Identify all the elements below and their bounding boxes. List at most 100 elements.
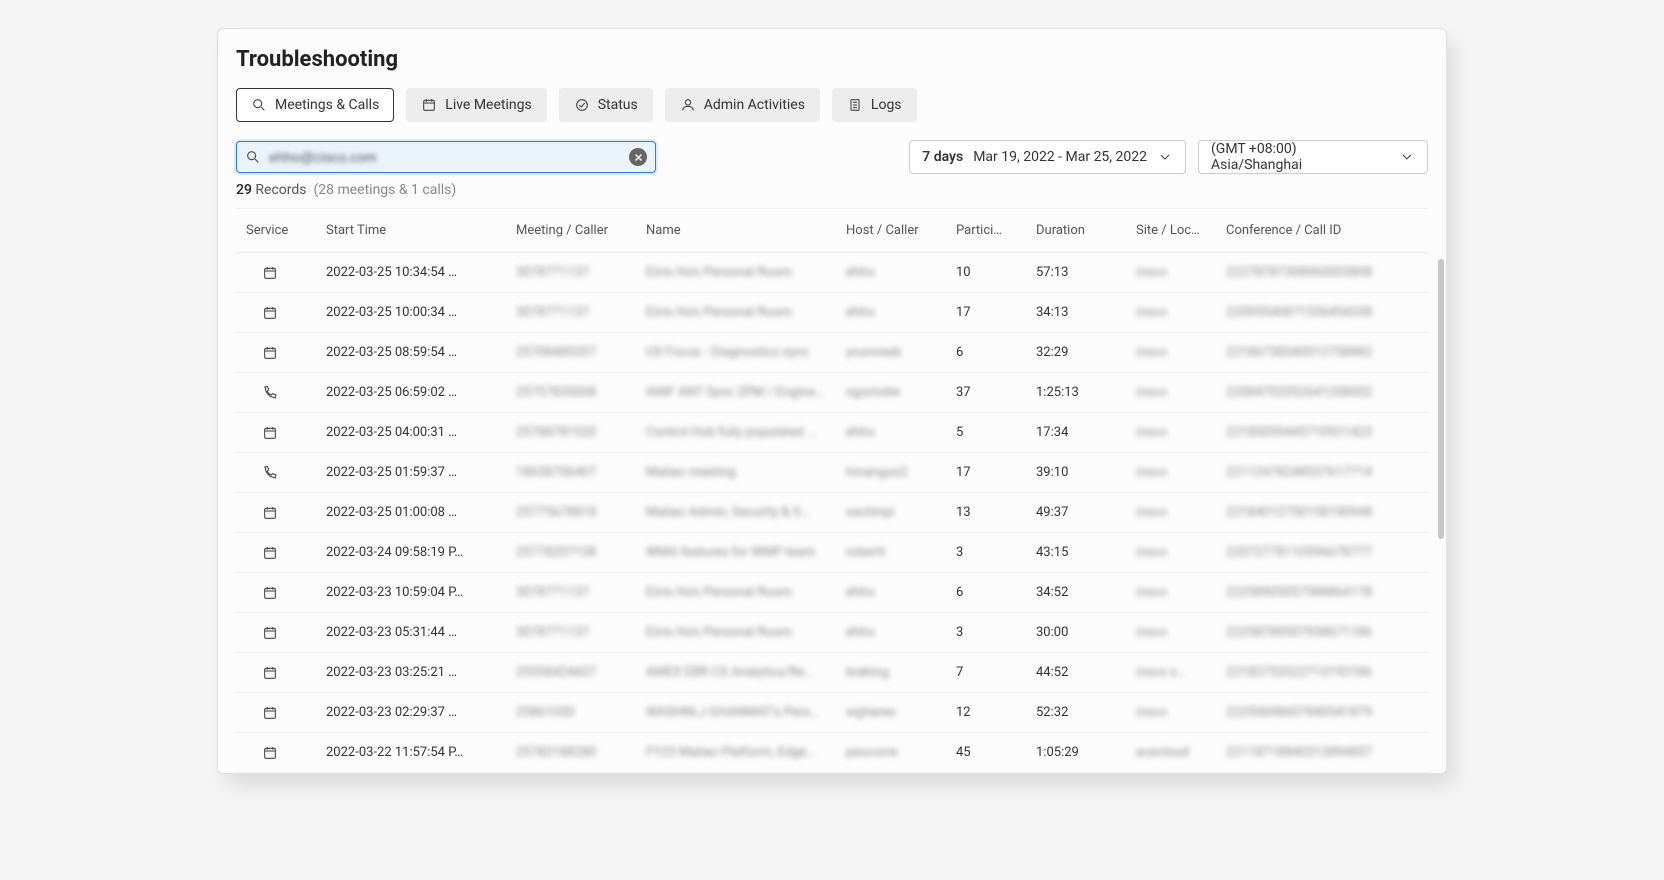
table-row[interactable]: 2022-03-22 11:57:54 P…25782188280FY23 Ma…	[236, 733, 1428, 773]
cell-conference-id: 22258905057588864178	[1226, 585, 1386, 600]
cell-site: cisco	[1136, 465, 1226, 480]
clear-search-button[interactable]	[629, 148, 647, 166]
cell-meeting-caller: 3078771137	[516, 585, 646, 600]
calendar-icon	[262, 265, 278, 281]
calendar-icon	[262, 705, 278, 721]
cell-duration: 1:25:13	[1036, 385, 1136, 400]
cell-name: Elvis Ho's Personal Room	[646, 625, 846, 640]
col-participants[interactable]: Partici…	[956, 223, 1036, 238]
cell-name: Elvis Ho's Personal Room	[646, 585, 846, 600]
table-row[interactable]: 2022-03-23 03:25:21 …25558424437AMEX EBR…	[236, 653, 1428, 693]
cell-host: ehho	[846, 585, 956, 600]
search-input-container[interactable]	[236, 141, 656, 173]
cell-service	[246, 585, 326, 601]
cell-conference-id: 22112478248537617714	[1226, 465, 1386, 480]
table-row[interactable]: 2022-03-25 08:59:54 …25708485357UX Focus…	[236, 333, 1428, 373]
cell-service	[246, 545, 326, 561]
cell-participants: 13	[956, 505, 1036, 520]
page-title: Troubleshooting	[236, 47, 1428, 72]
cell-host: ehho	[846, 625, 956, 640]
table-row[interactable]: 2022-03-25 04:00:31 …25788781520Control …	[236, 413, 1428, 453]
col-meeting-caller[interactable]: Meeting / Caller	[516, 223, 646, 238]
tab-logs[interactable]: Logs	[832, 88, 917, 122]
col-duration[interactable]: Duration	[1036, 223, 1136, 238]
col-site-location[interactable]: Site / Loc…	[1136, 223, 1226, 238]
cell-meeting-caller: 25788781520	[516, 425, 646, 440]
tab-label: Live Meetings	[445, 97, 531, 113]
cell-participants: 3	[956, 545, 1036, 560]
tab-live-meetings[interactable]: Live Meetings	[406, 88, 546, 122]
cell-start-time: 2022-03-25 04:00:31 …	[326, 425, 516, 440]
col-host-caller[interactable]: Host / Caller	[846, 223, 956, 238]
cell-service	[246, 385, 326, 401]
cell-start-time: 2022-03-24 09:58:19 P…	[326, 545, 516, 560]
cell-conference-id: 22095540871336454338	[1226, 305, 1386, 320]
cell-host: ngorindie	[846, 385, 956, 400]
table-row[interactable]: 2022-03-24 09:58:19 P…25778207138WMA fea…	[236, 533, 1428, 573]
cell-name: Maliao meeting	[646, 465, 846, 480]
calendar-icon	[262, 425, 278, 441]
search-input[interactable]	[269, 149, 621, 165]
date-preset: 7 days	[922, 149, 963, 165]
table-row[interactable]: 2022-03-25 01:00:08 …25775678818Maliao A…	[236, 493, 1428, 533]
table-row[interactable]: 2022-03-25 10:34:54 …3078771137Elvis Ho'…	[236, 253, 1428, 293]
troubleshooting-window: Troubleshooting Meetings & Calls Live Me…	[217, 28, 1447, 774]
timezone-label: (GMT +08:00) Asia/Shanghai	[1211, 141, 1389, 173]
cell-participants: 3	[956, 625, 1036, 640]
cell-service	[246, 665, 326, 681]
cell-name: Elvis Ho's Personal Room	[646, 265, 846, 280]
cell-duration: 39:10	[1036, 465, 1136, 480]
scrollbar-vertical[interactable]	[1438, 259, 1444, 539]
tab-label: Logs	[871, 97, 902, 113]
col-service[interactable]: Service	[246, 223, 326, 238]
table-row[interactable]: 2022-03-25 10:00:34 …3078771137Elvis Ho'…	[236, 293, 1428, 333]
tab-meetings-and-calls[interactable]: Meetings & Calls	[236, 88, 394, 122]
cell-start-time: 2022-03-23 05:31:44 …	[326, 625, 516, 640]
cell-name: Control Hub fully populated …	[646, 425, 846, 440]
user-icon	[680, 97, 696, 113]
cell-meeting-caller: 25778207138	[516, 545, 646, 560]
cell-name: UX Focus - Diagnostics sync	[646, 345, 846, 360]
cell-site: cisco	[1136, 425, 1226, 440]
cell-meeting-caller: 25708485357	[516, 345, 646, 360]
cell-duration: 57:13	[1036, 265, 1136, 280]
cell-participants: 6	[956, 345, 1036, 360]
tabs-row: Meetings & Calls Live Meetings Status Ad…	[236, 88, 1428, 122]
calendar-icon	[262, 505, 278, 521]
cell-meeting-caller: 25861050	[516, 705, 646, 720]
table-body: 2022-03-25 10:34:54 …3078771137Elvis Ho'…	[236, 253, 1428, 773]
cell-host: sachinpi	[846, 505, 956, 520]
cell-service	[246, 625, 326, 641]
col-name[interactable]: Name	[646, 223, 846, 238]
table-row[interactable]: 2022-03-25 06:59:02 …25757835008IANF ANT…	[236, 373, 1428, 413]
table-header: Service Start Time Meeting / Caller Name…	[236, 209, 1428, 253]
cell-conference-id: 22258789507938671186	[1226, 625, 1386, 640]
cell-conference-id: 22072778110596678777	[1226, 545, 1386, 560]
tab-admin-activities[interactable]: Admin Activities	[665, 88, 820, 122]
cell-start-time: 2022-03-23 02:29:37 …	[326, 705, 516, 720]
cell-participants: 12	[956, 705, 1036, 720]
timezone-selector[interactable]: (GMT +08:00) Asia/Shanghai	[1198, 140, 1428, 174]
cell-name: IANF ANT Sync 2PM / Engine…	[646, 385, 846, 400]
table-row[interactable]: 2022-03-23 05:31:44 …3078771137Elvis Ho'…	[236, 613, 1428, 653]
table-row[interactable]: 2022-03-25 01:59:37 …18638706407Maliao m…	[236, 453, 1428, 493]
table-row[interactable]: 2022-03-23 02:29:37 …25861050WASHNLJ GHA…	[236, 693, 1428, 733]
cell-participants: 37	[956, 385, 1036, 400]
chevron-down-icon	[1399, 149, 1415, 165]
date-range-selector[interactable]: 7 days Mar 19, 2022 - Mar 25, 2022	[909, 140, 1186, 174]
records-number: 29	[236, 182, 252, 198]
table-row[interactable]: 2022-03-23 10:59:04 P…3078771137Elvis Ho…	[236, 573, 1428, 613]
col-start-time[interactable]: Start Time	[326, 223, 516, 238]
cell-service	[246, 465, 326, 481]
tab-status[interactable]: Status	[559, 88, 653, 122]
cell-site: cisco	[1136, 385, 1226, 400]
col-conference-id[interactable]: Conference / Call ID	[1226, 223, 1386, 238]
cell-site: cisco s…	[1136, 665, 1226, 680]
cell-start-time: 2022-03-25 10:34:54 …	[326, 265, 516, 280]
cell-site: cisco	[1136, 705, 1226, 720]
cell-conference-id: 22186738540012758882	[1226, 345, 1386, 360]
chevron-down-icon	[1157, 149, 1173, 165]
cell-start-time: 2022-03-23 10:59:04 P…	[326, 585, 516, 600]
calendar-icon	[421, 97, 437, 113]
cell-start-time: 2022-03-23 03:25:21 …	[326, 665, 516, 680]
